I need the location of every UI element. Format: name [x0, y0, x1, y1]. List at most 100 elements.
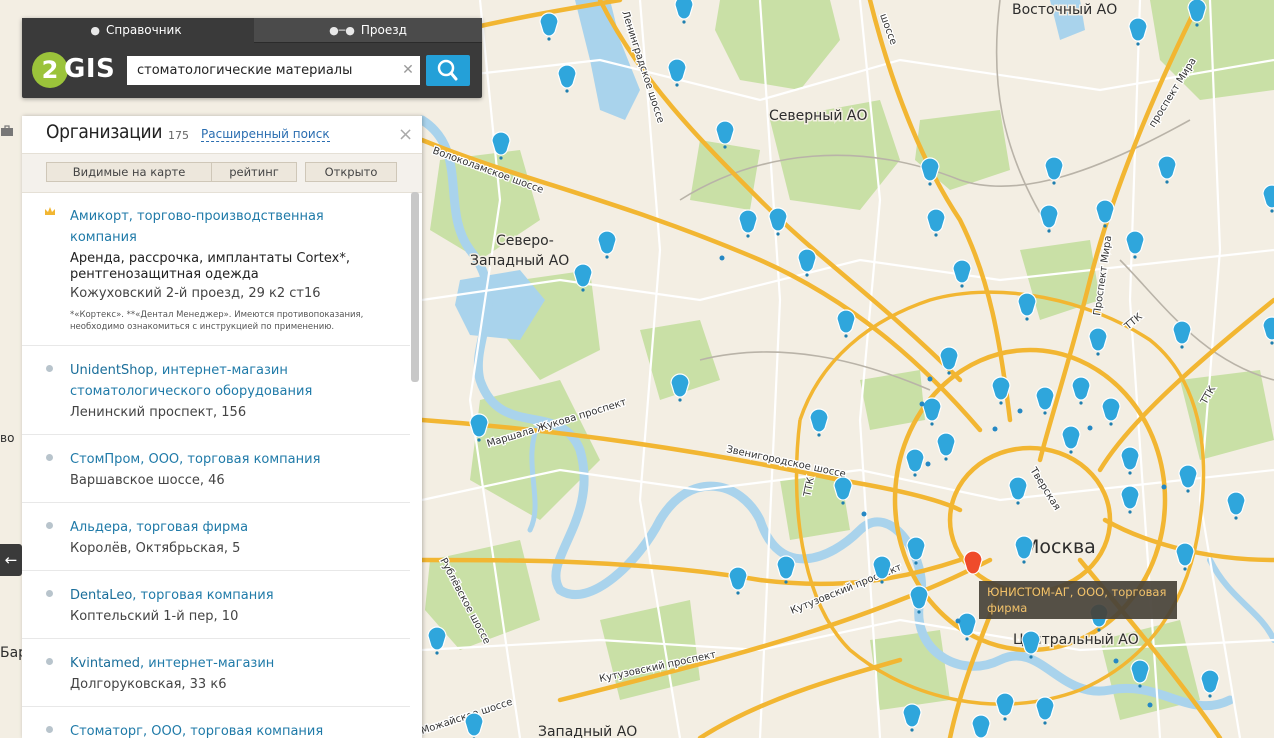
- tab-directory[interactable]: ● Справочник: [22, 18, 250, 42]
- map-marker[interactable]: [667, 58, 687, 83]
- map-marker[interactable]: [909, 585, 929, 610]
- map-marker[interactable]: [1008, 476, 1028, 501]
- map-marker[interactable]: [1035, 386, 1055, 411]
- org-name[interactable]: СтомПром, ООО, торговая компания: [70, 449, 390, 470]
- map-marker[interactable]: [728, 566, 748, 591]
- map-marker[interactable]: [1172, 320, 1192, 345]
- map-marker[interactable]: [1178, 464, 1198, 489]
- map-marker[interactable]: [1226, 491, 1246, 516]
- map-marker[interactable]: [1014, 535, 1034, 560]
- map-marker[interactable]: [809, 408, 829, 433]
- map-marker[interactable]: [939, 346, 959, 371]
- list-item[interactable]: DentaLeo, торговая компания Коптельский …: [22, 571, 410, 639]
- map-marker[interactable]: [1128, 17, 1148, 42]
- map-marker[interactable]: [1044, 156, 1064, 181]
- logo[interactable]: 2 GIS: [32, 51, 118, 91]
- map-marker[interactable]: [995, 692, 1015, 717]
- small-marker[interactable]: [1147, 702, 1153, 708]
- small-marker[interactable]: [927, 376, 933, 382]
- map-marker[interactable]: [539, 12, 559, 37]
- map-marker[interactable]: [1039, 204, 1059, 229]
- list-item[interactable]: UnidentShop, интернет-магазин стоматолог…: [22, 346, 410, 435]
- map-marker[interactable]: [491, 131, 511, 156]
- small-marker[interactable]: [1017, 408, 1023, 414]
- org-name[interactable]: DentaLeo, торговая компания: [70, 585, 390, 606]
- list-item[interactable]: Kvintamed, интернет-магазин Долгоруковск…: [22, 639, 410, 707]
- small-marker[interactable]: [1113, 658, 1119, 664]
- map-marker[interactable]: [926, 208, 946, 233]
- map-marker[interactable]: [797, 248, 817, 273]
- map-marker[interactable]: [991, 376, 1011, 401]
- list-item[interactable]: Стоматорг, ООО, торговая компания: [22, 707, 410, 738]
- org-name[interactable]: Kvintamed, интернет-магазин: [70, 653, 390, 674]
- small-marker[interactable]: [919, 401, 925, 407]
- small-marker[interactable]: [1161, 484, 1167, 490]
- map-marker[interactable]: [836, 309, 856, 334]
- small-marker[interactable]: [992, 426, 998, 432]
- map-marker[interactable]: [715, 120, 735, 145]
- small-marker[interactable]: [925, 461, 931, 467]
- map-marker[interactable]: [1157, 155, 1177, 180]
- map-marker[interactable]: [1095, 199, 1115, 224]
- selected-map-marker[interactable]: [963, 550, 983, 575]
- results-scrollbar[interactable]: [411, 192, 419, 382]
- map-marker[interactable]: [922, 397, 942, 422]
- filter-rating[interactable]: рейтинг: [211, 162, 297, 182]
- map-marker[interactable]: [573, 263, 593, 288]
- small-marker[interactable]: [719, 255, 725, 261]
- map-marker[interactable]: [1175, 542, 1195, 567]
- map-marker[interactable]: [1035, 696, 1055, 721]
- map-marker[interactable]: [952, 259, 972, 284]
- small-marker[interactable]: [1087, 425, 1093, 431]
- map-marker[interactable]: [469, 413, 489, 438]
- map-marker[interactable]: [464, 712, 484, 737]
- map-marker[interactable]: [1120, 485, 1140, 510]
- small-marker[interactable]: [861, 511, 867, 517]
- org-name[interactable]: Амикорт, торгово-производственная компан…: [70, 206, 390, 248]
- map-marker[interactable]: [936, 432, 956, 457]
- map-marker[interactable]: [971, 714, 991, 738]
- map-marker[interactable]: [427, 626, 447, 651]
- collapse-panel-button[interactable]: ←: [0, 544, 22, 576]
- list-item[interactable]: Амикорт, торгово-производственная компан…: [22, 192, 410, 346]
- map-marker[interactable]: [920, 157, 940, 182]
- map-marker[interactable]: [957, 612, 977, 637]
- clear-search-button[interactable]: ✕: [396, 56, 420, 85]
- list-item[interactable]: СтомПром, ООО, торговая компания Варшавс…: [22, 435, 410, 503]
- map-marker[interactable]: [1088, 327, 1108, 352]
- map-marker[interactable]: [597, 230, 617, 255]
- map-marker[interactable]: [906, 536, 926, 561]
- org-name[interactable]: UnidentShop, интернет-магазин стоматолог…: [70, 360, 390, 402]
- map-marker[interactable]: [1130, 659, 1150, 684]
- map-marker[interactable]: [1120, 446, 1140, 471]
- map-marker[interactable]: [768, 207, 788, 232]
- org-name[interactable]: Стоматорг, ООО, торговая компания: [70, 721, 390, 738]
- filter-visible-on-map[interactable]: Видимые на карте: [46, 162, 212, 182]
- briefcase-icon[interactable]: [0, 124, 14, 138]
- map-marker[interactable]: [1187, 0, 1207, 23]
- org-name[interactable]: Альдера, торговая фирма: [70, 517, 390, 538]
- map-marker[interactable]: [1071, 376, 1091, 401]
- map-marker[interactable]: [1061, 425, 1081, 450]
- small-marker[interactable]: [955, 618, 961, 624]
- map-marker[interactable]: [738, 209, 758, 234]
- list-item[interactable]: Альдера, торговая фирма Королёв, Октябрь…: [22, 503, 410, 571]
- map-marker[interactable]: [1101, 397, 1121, 422]
- map-marker[interactable]: [1125, 230, 1145, 255]
- map-marker[interactable]: [1200, 669, 1220, 694]
- map-marker[interactable]: [902, 703, 922, 728]
- map-marker[interactable]: [670, 373, 690, 398]
- map-marker[interactable]: [557, 64, 577, 89]
- map-marker[interactable]: [1017, 292, 1037, 317]
- close-results-button[interactable]: ×: [398, 124, 413, 145]
- map-marker[interactable]: [833, 476, 853, 501]
- filter-open-now[interactable]: Открыто: [305, 162, 397, 182]
- search-button[interactable]: [426, 55, 470, 86]
- search-input[interactable]: [127, 56, 411, 85]
- map-marker[interactable]: [776, 555, 796, 580]
- map-marker[interactable]: [905, 448, 925, 473]
- tab-route[interactable]: ●─● Проезд: [254, 18, 482, 43]
- map-marker[interactable]: [1021, 630, 1041, 655]
- advanced-search-link[interactable]: Расширенный поиск: [201, 128, 330, 142]
- map-marker[interactable]: [872, 555, 892, 580]
